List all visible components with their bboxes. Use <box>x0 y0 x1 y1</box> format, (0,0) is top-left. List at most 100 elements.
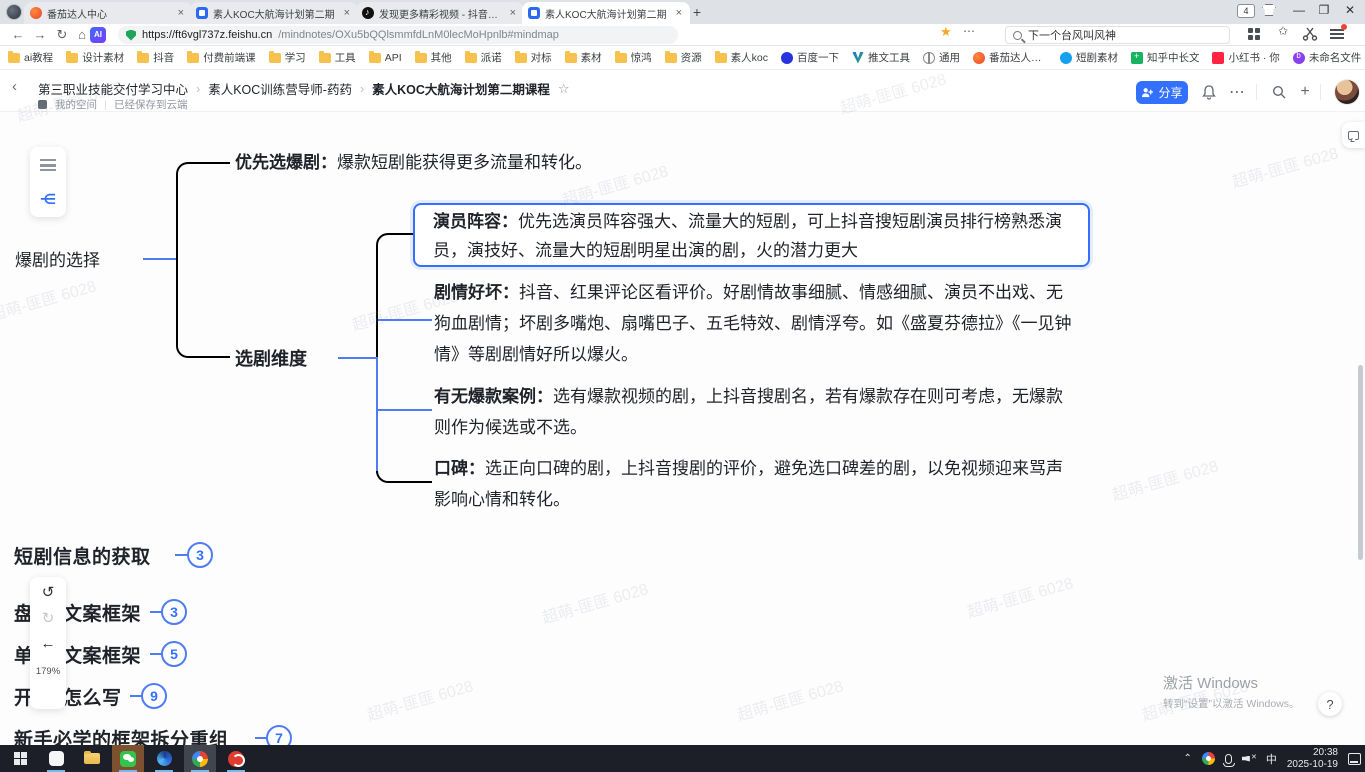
bookmark-label: 番茄达人中心 <box>989 50 1047 65</box>
bookmark-item[interactable]: 工具 <box>319 50 356 65</box>
url-field[interactable]: https://ft6vgl737z.feishu.cn/mindnotes/O… <box>118 26 678 44</box>
collapse-count-badge[interactable]: 3 <box>161 599 187 625</box>
browser-tab[interactable]: 番茄达人中心 × <box>24 2 192 24</box>
app-back-icon[interactable]: ‹ <box>12 78 17 95</box>
tab-favicon <box>196 7 208 19</box>
ime-indicator[interactable]: 中 <box>1266 751 1277 767</box>
space-label[interactable]: 我的空间 <box>55 97 97 112</box>
browser-tab[interactable]: 素人KOC大航海计划第二期 × <box>190 2 358 24</box>
restore-button[interactable]: ❐ <box>1315 3 1333 19</box>
mindmap-node-selected[interactable]: 演员阵容：优先选演员阵容强大、流量大的短剧，可上抖音搜短剧演员排行榜熟悉演员，演… <box>413 203 1090 267</box>
taskbar-file-explorer[interactable] <box>76 745 108 772</box>
collapse-count-badge[interactable]: 5 <box>161 641 187 667</box>
tab-close-icon[interactable]: × <box>508 7 518 19</box>
taskbar-red-app[interactable] <box>220 745 252 772</box>
redo-icon[interactable]: ↻ <box>42 609 55 627</box>
mindmap-canvas[interactable]: ⋲ 爆剧的选择 优先选爆剧：爆款短剧能获得更多流量和转化。 选剧维度 演员阵容：… <box>0 112 1365 745</box>
microphone-icon[interactable] <box>1225 754 1232 764</box>
clock[interactable]: 20:38 2025-10-19 <box>1287 747 1338 771</box>
start-button[interactable] <box>4 745 36 772</box>
toolbar-search-box[interactable]: 下一个台风叫风神 <box>1005 26 1230 44</box>
mindmap-node[interactable]: 口碑：选正向口碑的剧，上抖音搜剧的评价，避免选口碑差的剧，以免视频迎来骂声影响心… <box>434 453 1079 515</box>
close-button[interactable]: ✕ <box>1341 3 1359 19</box>
browser-profile-avatar[interactable] <box>6 4 22 20</box>
bookmark-item[interactable]: 学习 <box>269 50 306 65</box>
home-icon[interactable]: ⌂ <box>72 24 92 46</box>
bookmark-star-icon[interactable]: ★ <box>940 24 958 40</box>
tray-expand-icon[interactable]: ⌃ <box>1183 753 1191 764</box>
bookmark-label: 设计素材 <box>82 50 124 65</box>
collapse-count-badge[interactable]: 3 <box>187 542 213 568</box>
header-more-icon[interactable]: ⋯ <box>1226 81 1248 103</box>
header-search-icon[interactable] <box>1268 81 1290 103</box>
tab-close-icon[interactable]: × <box>176 7 186 19</box>
outline-view-button[interactable] <box>30 147 66 182</box>
bookmark-item[interactable]: 派诺 <box>465 50 502 65</box>
bookmark-item[interactable]: 番茄达人中心 <box>973 50 1047 65</box>
bookmark-item[interactable]: 知乎中长文 <box>1131 50 1200 65</box>
mindmap-node-root[interactable]: 爆剧的选择 <box>15 246 100 276</box>
bookmark-item[interactable]: 短剧素材 <box>1060 50 1118 65</box>
breadcrumb-item[interactable]: 素人KOC训练营导师-药药 <box>208 79 352 98</box>
screenshot-scissors-icon[interactable] <box>1302 24 1318 44</box>
bookmark-item[interactable]: 付费前端课 <box>187 50 256 65</box>
mindmap-view-button[interactable]: ⋲ <box>30 182 66 217</box>
back-to-root-icon[interactable]: ← <box>41 635 56 652</box>
mindmap-node[interactable]: 选剧维度 <box>235 344 307 374</box>
bookmark-item[interactable]: ai教程 <box>8 50 53 65</box>
bookmark-item[interactable]: 未命名文件 <box>1293 50 1362 65</box>
browser-tab[interactable]: 素人KOC大航海计划第二期 × <box>522 2 690 24</box>
notification-center-icon[interactable] <box>1348 753 1361 765</box>
taskbar-wechat[interactable] <box>112 745 144 772</box>
bookmark-item[interactable]: 抖音 <box>137 50 174 65</box>
bookmark-item[interactable]: 素人koc <box>715 50 768 65</box>
taskbar-browser[interactable] <box>184 745 216 772</box>
bookmark-item[interactable]: 通用 <box>923 50 960 65</box>
bookmark-item[interactable]: API <box>369 52 402 64</box>
extensions-menu-icon[interactable]: ⋯ <box>963 24 981 38</box>
vertical-scrollbar[interactable] <box>1358 365 1363 560</box>
breadcrumb-item[interactable]: 第三职业技能交付学习中心 <box>38 79 188 98</box>
forward-icon[interactable]: → <box>30 24 50 46</box>
bookmark-item[interactable]: 资源 <box>665 50 702 65</box>
bookmark-item[interactable]: 设计素材 <box>66 50 124 65</box>
bookmark-item[interactable]: 其他 <box>415 50 452 65</box>
favorites-icon[interactable]: ✩ <box>1278 24 1288 38</box>
mindmap-node-collapsed[interactable]: 短剧信息的获取 <box>14 542 151 569</box>
undo-icon[interactable]: ↺ <box>42 583 55 601</box>
ai-assistant-icon[interactable]: AI <box>90 27 106 43</box>
theme-icon[interactable] <box>1262 4 1276 16</box>
tab-close-icon[interactable]: × <box>674 7 684 19</box>
bookmark-item[interactable]: 对标 <box>515 50 552 65</box>
bookmark-item[interactable]: 小红书 · 你 <box>1212 50 1279 65</box>
user-avatar[interactable] <box>1334 79 1360 105</box>
taskbar-blue-app[interactable] <box>148 745 180 772</box>
browser-tab[interactable]: 发现更多精彩视频 - 抖音搜索 × <box>356 2 524 24</box>
share-button[interactable]: 分享 <box>1136 81 1188 104</box>
notification-bell-icon[interactable] <box>1198 81 1220 103</box>
minimize-button[interactable]: — <box>1290 3 1308 19</box>
bookmark-item[interactable]: 百度一下 <box>781 50 839 65</box>
collapse-count-badge[interactable]: 9 <box>141 683 167 709</box>
taskbar-app-snip[interactable] <box>40 745 72 772</box>
help-button[interactable]: ? <box>1318 692 1342 716</box>
create-new-icon[interactable]: + <box>1294 81 1316 103</box>
favorite-star-icon[interactable]: ☆ <box>558 81 570 97</box>
bookmark-label: 小红书 · 你 <box>1228 50 1279 65</box>
zoom-level[interactable]: 179% <box>36 666 60 677</box>
tab-close-icon[interactable]: × <box>342 7 352 19</box>
refresh-icon[interactable]: ↻ <box>52 24 72 46</box>
bookmark-item[interactable]: 素材 <box>565 50 602 65</box>
tray-browser-icon[interactable] <box>1202 752 1215 765</box>
volume-muted-icon[interactable] <box>1242 753 1256 765</box>
mindmap-node[interactable]: 剧情好坏：抖音、红果评论区看评价。好剧情故事细腻、情感细腻、演员不出戏、无狗血剧… <box>434 277 1079 370</box>
back-icon[interactable]: ← <box>8 24 28 46</box>
new-tab-button[interactable]: + <box>688 4 706 22</box>
comments-panel-toggle[interactable] <box>1342 122 1365 148</box>
apps-grid-icon[interactable] <box>1248 28 1260 40</box>
bookmark-item[interactable]: 推文工具 <box>852 50 910 65</box>
mindmap-node[interactable]: 有无爆款案例：选有爆款视频的剧，上抖音搜剧名，若有爆款存在则可考虑，无爆款则作为… <box>434 381 1079 443</box>
mindmap-node[interactable]: 优先选爆剧：爆款短剧能获得更多流量和转化。 <box>235 148 935 178</box>
browser-menu-icon[interactable] <box>1330 29 1344 39</box>
bookmark-item[interactable]: 惊鸿 <box>615 50 652 65</box>
